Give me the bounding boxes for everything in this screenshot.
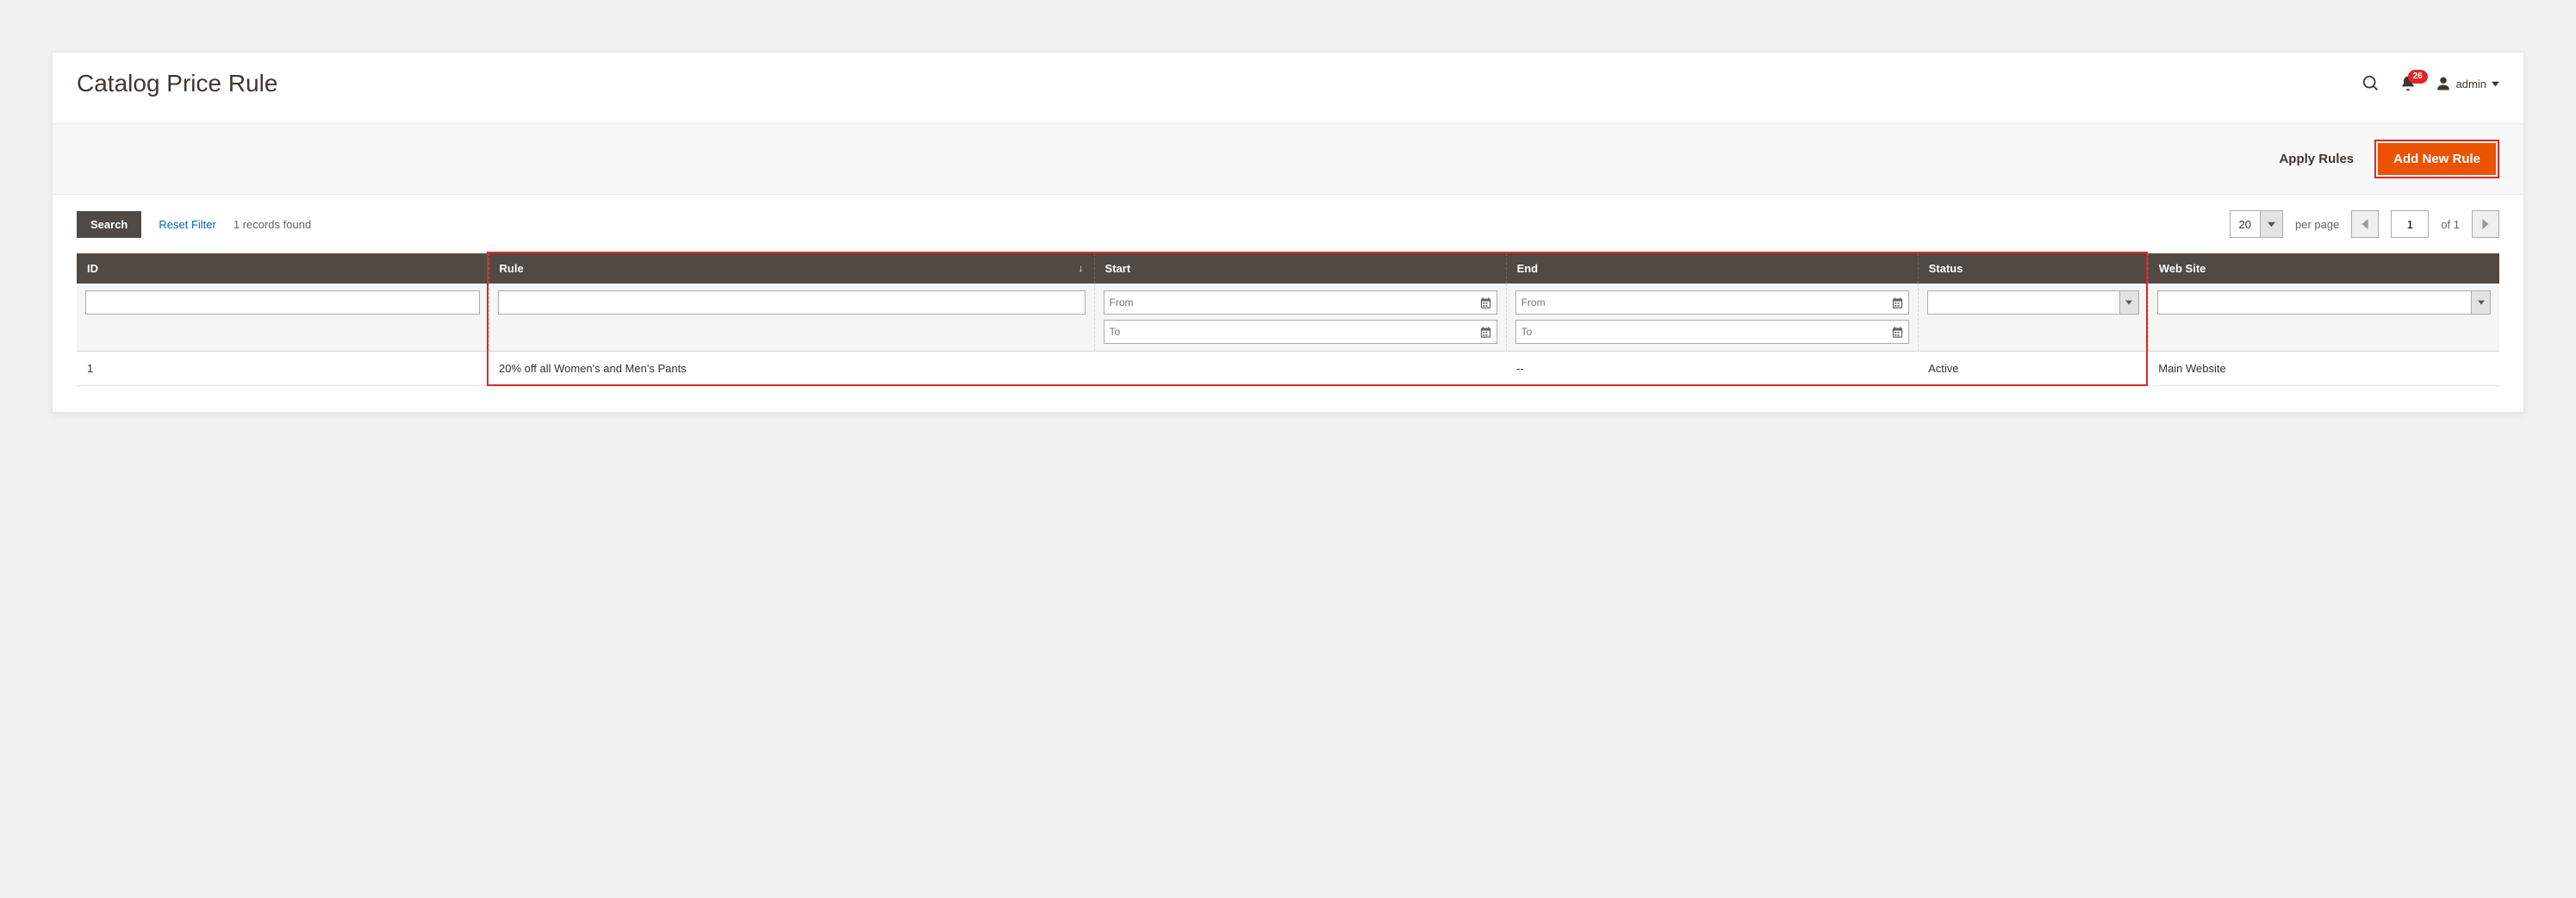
chevron-right-icon	[2482, 219, 2489, 229]
filter-start-from-input[interactable]	[1104, 290, 1497, 315]
prev-page-button[interactable]	[2351, 210, 2379, 238]
actions-bar: Apply Rules Add New Rule	[53, 123, 2523, 195]
calendar-icon[interactable]	[1890, 324, 1906, 340]
user-icon	[2436, 76, 2451, 91]
of-pages-label: of 1	[2441, 218, 2460, 231]
table-row[interactable]: 1 20% off all Women's and Men's Pants --…	[77, 352, 2499, 386]
reset-filter-link[interactable]: Reset Filter	[159, 218, 215, 231]
page-title: Catalog Price Rule	[77, 70, 277, 97]
current-page-input[interactable]	[2391, 210, 2429, 238]
column-header-start[interactable]: Start	[1094, 253, 1506, 284]
page-size-value: 20	[2231, 211, 2260, 237]
chevron-down-icon	[2260, 211, 2282, 237]
column-header-id[interactable]: ID	[77, 253, 488, 284]
cell-id: 1	[77, 352, 488, 386]
column-header-website[interactable]: Web Site	[2148, 253, 2499, 284]
calendar-icon[interactable]	[1478, 324, 1494, 340]
filter-id-input[interactable]	[85, 290, 480, 315]
filter-rule-input[interactable]	[498, 290, 1086, 315]
cell-rule: 20% off all Women's and Men's Pants	[488, 352, 1094, 386]
search-button[interactable]: Search	[77, 211, 141, 238]
notifications-icon[interactable]: 26	[2399, 75, 2417, 92]
sort-desc-icon: ↓	[1079, 262, 1084, 274]
add-new-rule-highlight: Add New Rule	[2374, 140, 2499, 178]
search-icon[interactable]	[2361, 74, 2380, 93]
user-name-label: admin	[2456, 78, 2486, 90]
chevron-left-icon	[2361, 219, 2368, 229]
filter-start-to-input[interactable]	[1104, 320, 1497, 344]
filter-end-to-input[interactable]	[1515, 320, 1909, 344]
column-header-end[interactable]: End	[1506, 253, 1918, 284]
grid-table: ID Rule↓ Start End Status Web Site	[53, 253, 2523, 412]
next-page-button[interactable]	[2472, 210, 2499, 238]
filter-website-select[interactable]	[2157, 290, 2491, 315]
cell-status: Active	[1918, 352, 2148, 386]
per-page-label: per page	[2295, 218, 2339, 231]
column-header-rule[interactable]: Rule↓	[488, 253, 1094, 284]
apply-rules-button[interactable]: Apply Rules	[2279, 152, 2354, 166]
chevron-down-icon	[2492, 80, 2499, 88]
page-header: Catalog Price Rule 26 admin	[53, 53, 2523, 123]
page-size-select[interactable]: 20	[2230, 210, 2283, 238]
chevron-down-icon	[2471, 291, 2490, 314]
chevron-down-icon	[2119, 291, 2138, 314]
filter-status-select[interactable]	[1927, 290, 2139, 315]
calendar-icon[interactable]	[1478, 295, 1494, 310]
cell-end: --	[1506, 352, 1918, 386]
add-new-rule-button[interactable]: Add New Rule	[2378, 143, 2496, 175]
user-menu[interactable]: admin	[2436, 76, 2499, 91]
cell-start	[1094, 352, 1506, 386]
grid-controls: Search Reset Filter 1 records found 20 p…	[53, 195, 2523, 253]
notification-badge: 26	[2408, 70, 2428, 84]
filter-end-from-input[interactable]	[1515, 290, 1909, 315]
cell-website: Main Website	[2148, 352, 2499, 386]
calendar-icon[interactable]	[1890, 295, 1906, 310]
column-header-status[interactable]: Status	[1918, 253, 2148, 284]
records-found-label: 1 records found	[233, 218, 311, 231]
